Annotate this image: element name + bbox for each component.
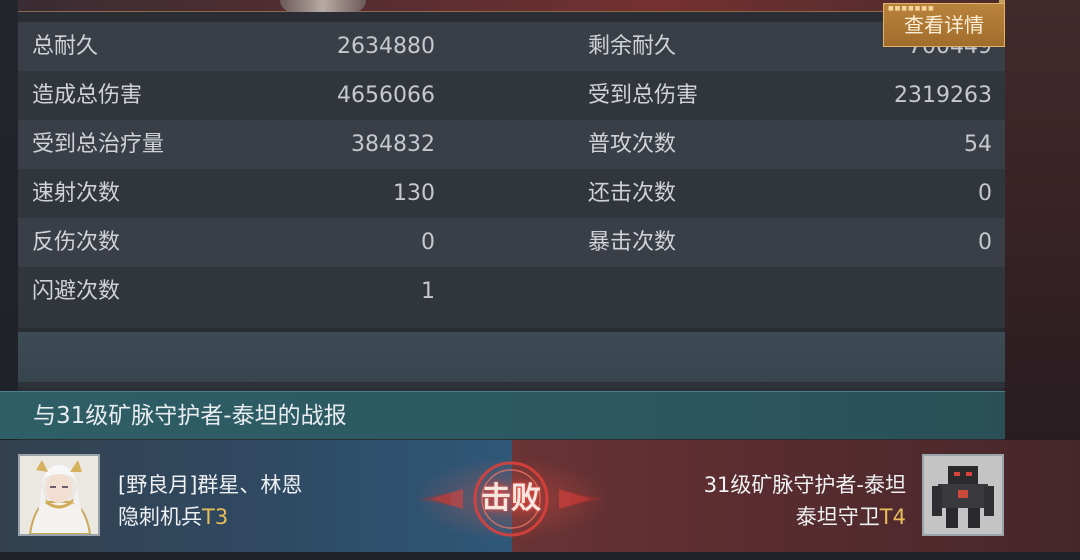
stat-value: 2319263: [894, 83, 992, 108]
panel-divider: [18, 382, 1005, 388]
view-details-button[interactable]: ■■■■■■■ 查看详情: [883, 3, 1005, 47]
stats-row: 受到总治疗量 384832 普攻次数 54: [18, 120, 1005, 169]
defender-avatar[interactable]: [922, 454, 1004, 536]
stat-label: 普攻次数: [588, 132, 677, 157]
stat-value: 2634880: [337, 34, 435, 59]
stat-value: 4656066: [337, 83, 435, 108]
defender-unit: 泰坦守卫T4: [796, 501, 906, 531]
stat-label: 受到总伤害: [588, 83, 699, 108]
stat-value: 0: [421, 230, 435, 255]
stat-value: 0: [978, 230, 992, 255]
stats-row: 造成总伤害 4656066 受到总伤害 2319263: [18, 71, 1005, 120]
stats-row: 总耐久 2634880 剩余耐久 700449: [18, 22, 1005, 71]
battle-result-badge: 击败: [411, 454, 611, 544]
bottom-band: [0, 552, 1080, 560]
defender-name: 31级矿脉守护者-泰坦: [703, 473, 906, 497]
portrait-fragment: [280, 0, 366, 12]
stats-row: 速射次数 130 还击次数 0: [18, 169, 1005, 218]
battle-result-label: 击败: [481, 481, 541, 516]
button-decoration: ■■■■■■■: [888, 5, 935, 12]
empty-info-bar: [18, 332, 1005, 382]
battle-report-header: 与31级矿脉守护者-泰坦的战报: [0, 391, 1005, 439]
titan-mech-portrait-icon: [924, 456, 1002, 534]
defender-unit-name: 泰坦守卫: [795, 505, 880, 529]
battle-report-title: 与31级矿脉守护者-泰坦的战报: [33, 403, 347, 429]
stat-label: 剩余耐久: [588, 34, 677, 59]
stat-value: 384832: [351, 132, 435, 157]
stat-value: 54: [964, 132, 992, 157]
stat-label: 造成总伤害: [32, 83, 143, 108]
stat-label: 反伤次数: [32, 230, 121, 255]
stats-row: 闪避次数 1: [18, 267, 1005, 316]
top-banner-strip: [18, 0, 1005, 12]
stat-value: 130: [393, 181, 435, 206]
stat-label: 受到总治疗量: [32, 132, 165, 157]
battle-stats-panel: 总耐久 2634880 剩余耐久 700449 造成总伤害 4656066 受到…: [18, 22, 1005, 328]
white-armored-girl-portrait-icon: [20, 456, 98, 534]
stat-label: 总耐久: [32, 34, 99, 59]
attacker-tier: T3: [202, 505, 229, 529]
stats-row: 反伤次数 0 暴击次数 0: [18, 218, 1005, 267]
stat-label: 速射次数: [32, 181, 121, 206]
stat-label: 还击次数: [588, 181, 677, 206]
attacker-unit: 隐刺机兵T3: [118, 501, 228, 531]
stat-label: 闪避次数: [32, 279, 121, 304]
stat-label: 暴击次数: [588, 230, 677, 255]
view-details-label: 查看详情: [904, 13, 984, 37]
battle-matchup: [野良月]群星、林恩 隐刺机兵T3 击败 31级矿脉守护者-泰坦 泰坦守卫T4: [0, 440, 1080, 560]
attacker-name: [野良月]群星、林恩: [118, 473, 303, 497]
attacker-unit-name: 隐刺机兵: [118, 505, 202, 529]
stat-value: 0: [978, 181, 992, 206]
attacker-avatar[interactable]: [18, 454, 100, 536]
stat-value: 1: [421, 279, 435, 304]
defender-tier: T4: [879, 505, 906, 529]
